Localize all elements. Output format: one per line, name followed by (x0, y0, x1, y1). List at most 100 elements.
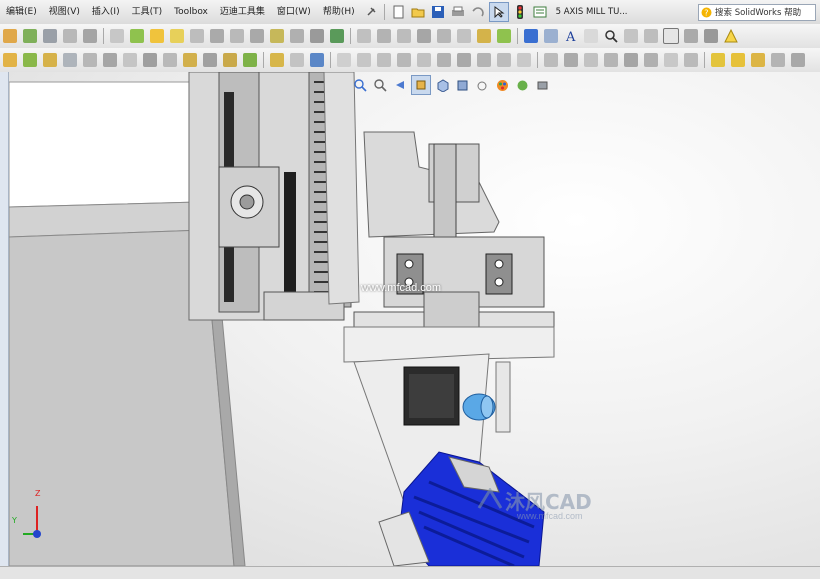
feature-combine-icon[interactable] (328, 27, 346, 45)
toolbox-a-icon[interactable] (709, 51, 727, 69)
traffic-light-icon[interactable] (511, 3, 529, 21)
view-orientation-icon[interactable] (433, 76, 451, 94)
feature-axis-icon[interactable] (415, 27, 433, 45)
toolbox-c-icon[interactable] (749, 51, 767, 69)
toolbox-b-icon[interactable] (729, 51, 747, 69)
print-icon[interactable] (449, 3, 467, 21)
zoom-area-icon[interactable] (371, 76, 389, 94)
view-hide-icon[interactable] (475, 51, 493, 69)
feature-curve-through-icon[interactable] (495, 27, 513, 45)
sketch-tool-f-icon[interactable] (642, 51, 660, 69)
feature-curve-icon[interactable] (355, 27, 373, 45)
view-front-icon[interactable] (355, 51, 373, 69)
section-view-icon[interactable] (411, 75, 431, 95)
sketch-tool-b-icon[interactable] (562, 51, 580, 69)
assembly-linear-pattern-icon[interactable] (41, 51, 59, 69)
feature-revolve-icon[interactable] (21, 27, 39, 45)
open-folder-icon[interactable] (409, 3, 427, 21)
assembly-layout-icon[interactable] (288, 51, 306, 69)
zoom-to-fit-icon[interactable] (351, 76, 369, 94)
assembly-feature-icon[interactable] (241, 51, 259, 69)
select-cursor-icon[interactable] (488, 2, 509, 22)
assembly-smart-fastener-icon[interactable] (101, 51, 119, 69)
sketch-tool-h-icon[interactable] (682, 51, 700, 69)
surface-finish-icon[interactable] (642, 27, 660, 45)
table-icon[interactable] (662, 27, 680, 45)
feature-chamfer-icon[interactable] (148, 27, 166, 45)
assembly-hardware-icon[interactable] (181, 51, 199, 69)
menu-toolbox[interactable]: Toolbox (168, 0, 214, 24)
camera-icon[interactable] (702, 27, 720, 45)
apply-scene-icon[interactable] (513, 76, 531, 94)
save-icon[interactable] (429, 3, 447, 21)
sketch-line-icon[interactable] (542, 27, 560, 45)
sketch-tool-g-icon[interactable] (662, 51, 680, 69)
feature-dome-icon[interactable] (248, 27, 266, 45)
assembly-belt-icon[interactable] (201, 51, 219, 69)
sketch-smart-dimension-icon[interactable] (522, 27, 540, 45)
feature-draft-icon[interactable] (208, 27, 226, 45)
feature-split-icon[interactable] (308, 27, 326, 45)
view-settings-icon[interactable] (533, 76, 551, 94)
help-search-field[interactable]: ? 搜索 SolidWorks 帮助 (698, 3, 816, 21)
menu-edit[interactable]: 编辑(E) (0, 0, 43, 24)
view-normal-icon[interactable] (335, 51, 353, 69)
sketch-tool-e-icon[interactable] (622, 51, 640, 69)
spell-check-icon[interactable] (582, 27, 600, 45)
assembly-motion-icon[interactable] (308, 51, 326, 69)
menu-view[interactable]: 视图(V) (43, 0, 86, 24)
menu-maidi-tools[interactable]: 迈迪工具集 (214, 0, 271, 24)
view-top-icon[interactable] (375, 51, 393, 69)
left-panel-collapsed[interactable] (0, 72, 9, 566)
menu-tools[interactable]: 工具(T) (126, 0, 169, 24)
undo-icon[interactable] (469, 3, 487, 21)
zoom-icon[interactable] (602, 27, 620, 45)
assembly-insert-component-icon[interactable] (1, 51, 19, 69)
options-icon[interactable] (531, 3, 549, 21)
display-style-icon[interactable] (453, 76, 471, 94)
feature-point-icon[interactable] (435, 27, 453, 45)
sketch-tool-c-icon[interactable] (582, 51, 600, 69)
feature-extrude-icon[interactable] (1, 27, 19, 45)
feature-mate-icon[interactable] (475, 27, 493, 45)
feature-mirror-icon[interactable] (268, 27, 286, 45)
weld-icon[interactable] (682, 27, 700, 45)
toolbox-d-icon[interactable] (769, 51, 787, 69)
feature-plane-icon[interactable] (395, 27, 413, 45)
assembly-weld-bead-icon[interactable] (221, 51, 239, 69)
feature-rib-icon[interactable] (188, 27, 206, 45)
text-tool-icon[interactable]: A (562, 27, 580, 45)
assembly-component-icon[interactable] (268, 51, 286, 69)
graphics-viewport[interactable]: www.mfcad.com 沐风CAD www.mfcad.com Y Z (9, 72, 820, 566)
hide-show-items-icon[interactable] (473, 76, 491, 94)
pin-icon[interactable] (362, 3, 380, 21)
assembly-bom-icon[interactable] (161, 51, 179, 69)
sketch-tool-d-icon[interactable] (602, 51, 620, 69)
feature-coord-icon[interactable] (455, 27, 473, 45)
assembly-mate-icon[interactable] (21, 51, 39, 69)
feature-hole-icon[interactable] (108, 27, 126, 45)
view-appearance-icon[interactable] (495, 51, 513, 69)
feature-shell-icon[interactable] (168, 27, 186, 45)
view-iso-icon[interactable] (415, 51, 433, 69)
view-right-icon[interactable] (395, 51, 413, 69)
new-document-icon[interactable] (389, 3, 407, 21)
assembly-rotate-icon[interactable] (81, 51, 99, 69)
check-icon[interactable] (622, 27, 640, 45)
view-scene-icon[interactable] (515, 51, 533, 69)
feature-boundary-icon[interactable] (81, 27, 99, 45)
feature-wrap-icon[interactable] (228, 27, 246, 45)
sketch-tool-a-icon[interactable] (542, 51, 560, 69)
feature-sweep-icon[interactable] (41, 27, 59, 45)
assembly-move-icon[interactable] (61, 51, 79, 69)
toolbox-e-icon[interactable] (789, 51, 807, 69)
menu-insert[interactable]: 插入(I) (86, 0, 126, 24)
feature-reference-icon[interactable] (375, 27, 393, 45)
warning-icon[interactable] (722, 27, 740, 45)
edit-appearance-icon[interactable] (493, 76, 511, 94)
assembly-explode-icon[interactable] (121, 51, 139, 69)
menu-help[interactable]: 帮助(H) (317, 0, 361, 24)
view-display-icon[interactable] (455, 51, 473, 69)
previous-view-icon[interactable] (391, 76, 409, 94)
feature-fillet-icon[interactable] (128, 27, 146, 45)
